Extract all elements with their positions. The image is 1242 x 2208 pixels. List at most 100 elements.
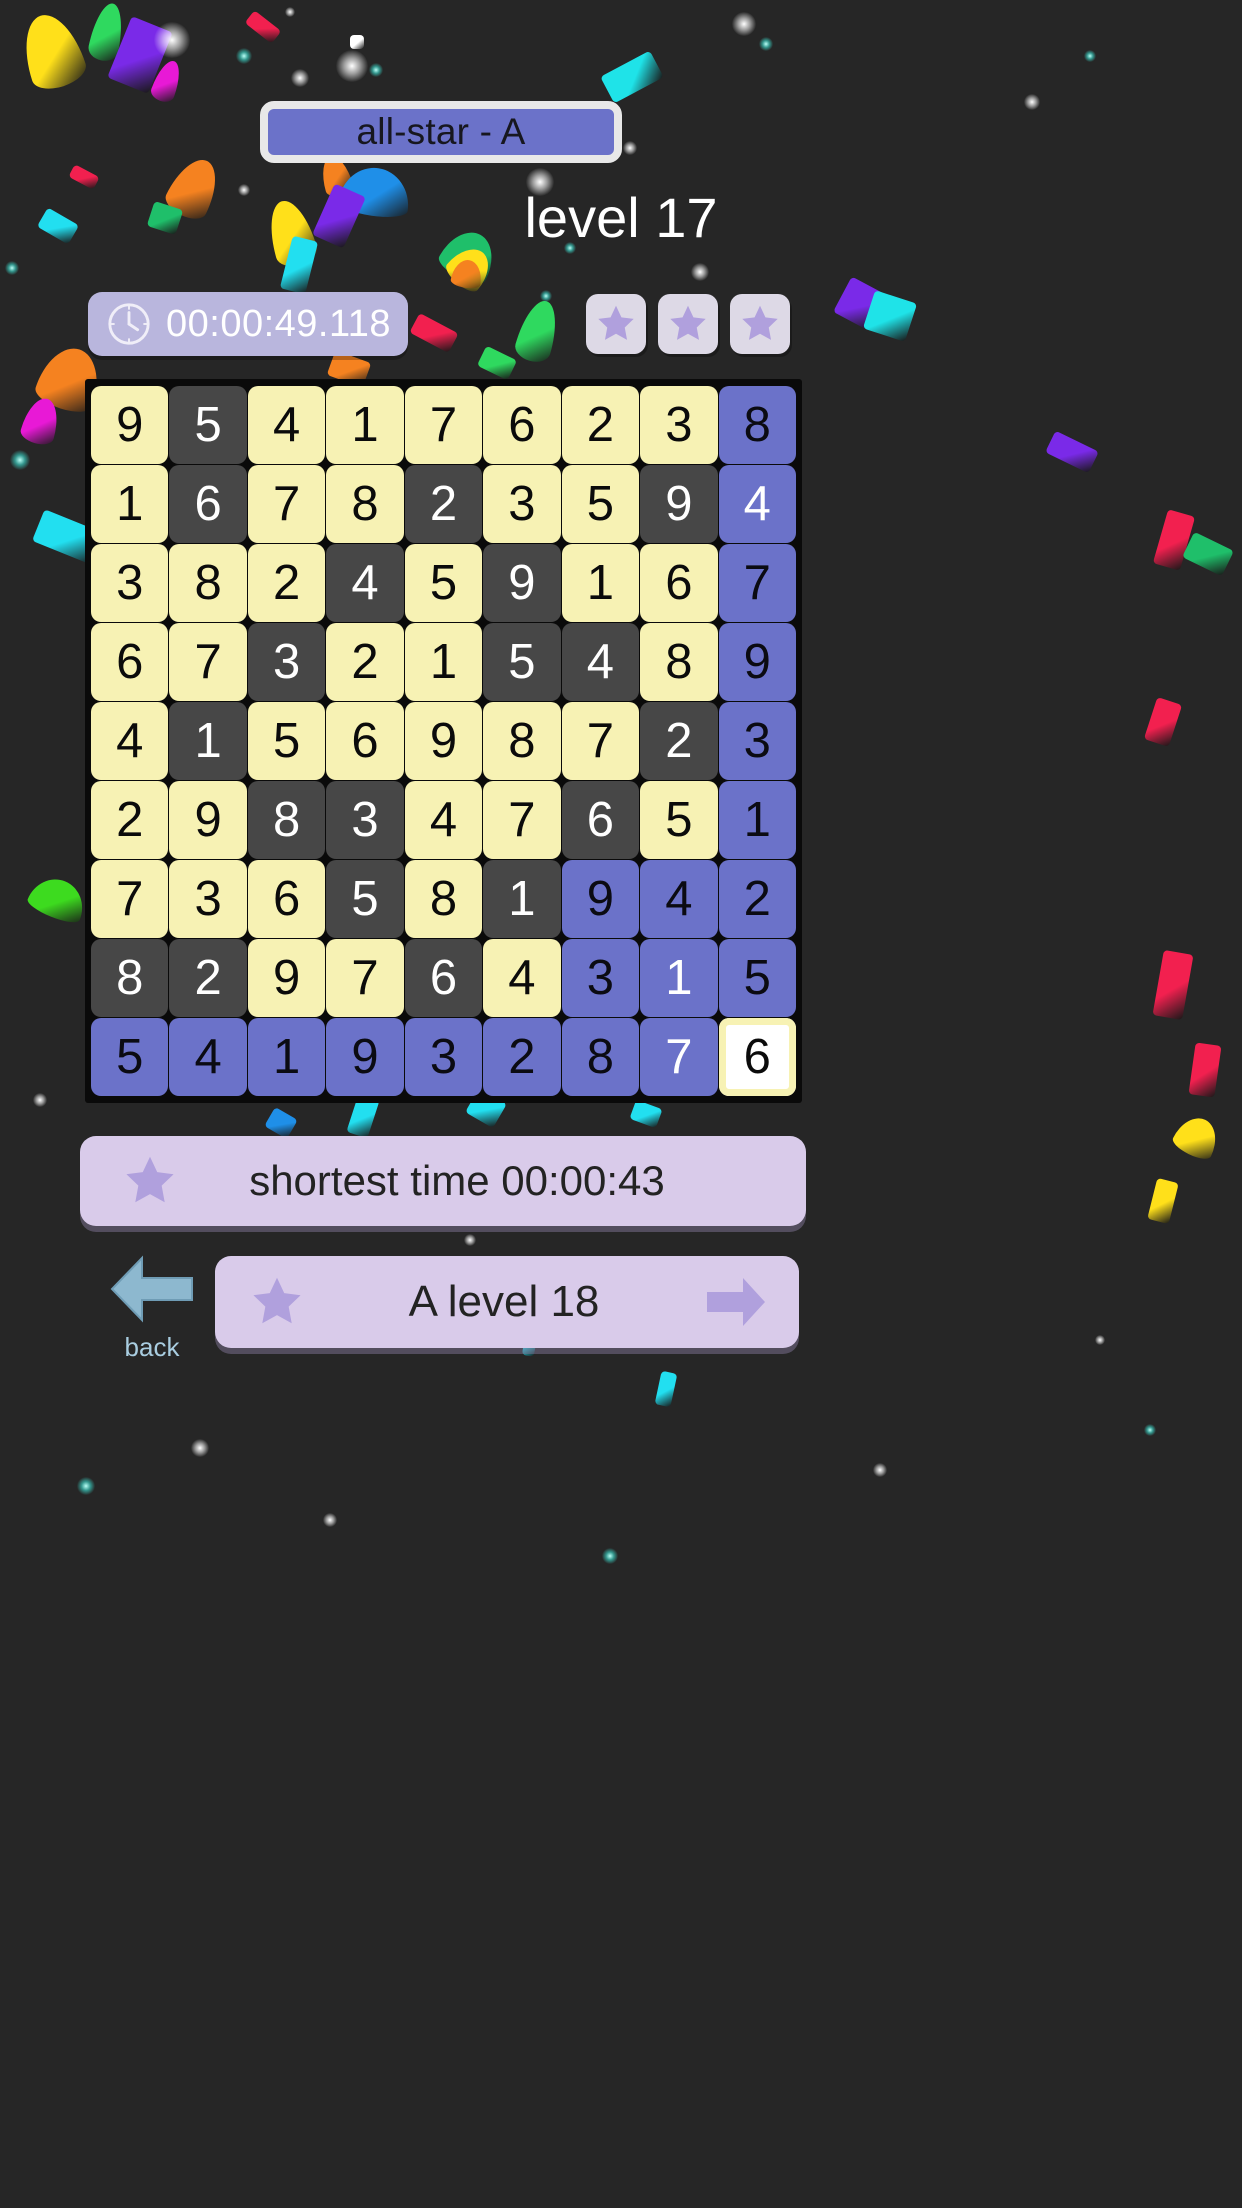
sudoku-cell-r7c5[interactable]: 8 (404, 860, 483, 938)
back-label: back (124, 1332, 180, 1362)
sudoku-cell-r4c1[interactable]: 6 (91, 623, 169, 701)
sudoku-cell-r5c1[interactable]: 4 (91, 702, 169, 780)
sudoku-cell-r5c7[interactable]: 7 (561, 702, 640, 780)
sudoku-cell-r6c8[interactable]: 5 (640, 781, 718, 859)
sudoku-cell-r9c4[interactable]: 9 (326, 1018, 404, 1096)
sudoku-cell-r6c3[interactable]: 8 (247, 781, 326, 859)
sudoku-cell-r3c7[interactable]: 1 (561, 544, 640, 622)
sudoku-cell-r2c5[interactable]: 2 (404, 465, 483, 543)
sudoku-cell-r1c1[interactable]: 9 (91, 386, 169, 464)
sudoku-cell-r7c2[interactable]: 3 (169, 860, 247, 938)
sudoku-cell-r6c7[interactable]: 6 (561, 781, 640, 859)
mode-title-pill: all-star - A (260, 101, 622, 163)
sudoku-cell-r9c9[interactable]: 6 (718, 1018, 796, 1096)
sudoku-cell-r5c2[interactable]: 1 (169, 702, 247, 780)
sudoku-cell-r7c4[interactable]: 5 (326, 860, 404, 938)
sudoku-cell-r7c8[interactable]: 4 (640, 860, 718, 938)
sudoku-cell-r8c8[interactable]: 1 (640, 939, 718, 1017)
sudoku-cell-r3c2[interactable]: 8 (169, 544, 247, 622)
sudoku-cell-r7c1[interactable]: 7 (91, 860, 169, 938)
star-badge (658, 294, 718, 354)
sudoku-cell-r4c2[interactable]: 7 (169, 623, 247, 701)
sudoku-cell-r8c1[interactable]: 8 (91, 939, 169, 1017)
sudoku-cell-r5c5[interactable]: 9 (404, 702, 483, 780)
sudoku-cell-r9c8[interactable]: 7 (640, 1018, 718, 1096)
sudoku-cell-r5c3[interactable]: 5 (247, 702, 326, 780)
confetti-piece (1182, 531, 1234, 577)
sudoku-cell-r6c9[interactable]: 1 (718, 781, 796, 859)
sudoku-cell-r6c4[interactable]: 3 (326, 781, 404, 859)
sudoku-cell-r8c3[interactable]: 9 (247, 939, 326, 1017)
sudoku-cell-r7c9[interactable]: 2 (718, 860, 796, 938)
sudoku-cell-r2c4[interactable]: 8 (326, 465, 404, 543)
sudoku-cell-r3c6[interactable]: 9 (483, 544, 561, 622)
sudoku-cell-r3c3[interactable]: 2 (247, 544, 326, 622)
sudoku-cell-r3c5[interactable]: 5 (404, 544, 483, 622)
sparkle (291, 69, 309, 87)
sudoku-cell-r6c2[interactable]: 9 (169, 781, 247, 859)
sudoku-cell-r7c3[interactable]: 6 (247, 860, 326, 938)
sudoku-cell-r2c8[interactable]: 9 (640, 465, 718, 543)
sudoku-cell-r4c7[interactable]: 4 (561, 623, 640, 701)
sudoku-cell-r1c3[interactable]: 4 (247, 386, 326, 464)
sudoku-cell-r2c6[interactable]: 3 (483, 465, 561, 543)
sudoku-board[interactable]: 9541762381678235943824591676732154894156… (85, 379, 802, 1103)
sudoku-cell-r1c9[interactable]: 8 (718, 386, 796, 464)
sudoku-cell-r9c5[interactable]: 3 (404, 1018, 483, 1096)
sudoku-cell-r2c3[interactable]: 7 (247, 465, 326, 543)
sudoku-cell-r3c8[interactable]: 6 (640, 544, 718, 622)
sudoku-cell-r7c6[interactable]: 1 (483, 860, 561, 938)
sparkle (154, 22, 190, 58)
sudoku-cell-r4c8[interactable]: 8 (640, 623, 718, 701)
sudoku-cell-r8c5[interactable]: 6 (404, 939, 483, 1017)
sudoku-cell-r2c9[interactable]: 4 (718, 465, 796, 543)
sudoku-cell-r2c7[interactable]: 5 (561, 465, 640, 543)
sudoku-cell-r5c9[interactable]: 3 (718, 702, 796, 780)
sudoku-cell-r6c5[interactable]: 4 (404, 781, 483, 859)
sudoku-cell-r4c5[interactable]: 1 (404, 623, 483, 701)
sudoku-cell-r1c2[interactable]: 5 (169, 386, 247, 464)
sudoku-cell-r2c1[interactable]: 1 (91, 465, 169, 543)
sudoku-cell-r2c2[interactable]: 6 (169, 465, 247, 543)
page-title: level 17 (524, 186, 718, 249)
sudoku-cell-r3c1[interactable]: 3 (91, 544, 169, 622)
sudoku-cell-r8c7[interactable]: 3 (561, 939, 640, 1017)
game-screen: all-star - A level 17 00:00:49.118 95417… (0, 0, 1242, 2208)
sudoku-cell-r8c6[interactable]: 4 (483, 939, 561, 1017)
sparkle (732, 12, 756, 36)
shortest-time-label: shortest time 00:00:43 (249, 1157, 665, 1204)
sudoku-cell-r9c3[interactable]: 1 (247, 1018, 326, 1096)
sudoku-cell-r1c5[interactable]: 7 (404, 386, 483, 464)
sudoku-cell-r9c6[interactable]: 2 (483, 1018, 561, 1096)
sudoku-cell-r4c6[interactable]: 5 (483, 623, 561, 701)
star-badge (586, 294, 646, 354)
sudoku-cell-r3c4[interactable]: 4 (326, 544, 404, 622)
sudoku-cell-r8c4[interactable]: 7 (326, 939, 404, 1017)
sudoku-cell-r4c3[interactable]: 3 (247, 623, 326, 701)
sudoku-cell-r5c8[interactable]: 2 (640, 702, 718, 780)
sudoku-cell-r4c4[interactable]: 2 (326, 623, 404, 701)
sudoku-cell-r8c9[interactable]: 5 (718, 939, 796, 1017)
sudoku-cell-r6c1[interactable]: 2 (91, 781, 169, 859)
sudoku-cell-r1c7[interactable]: 2 (561, 386, 640, 464)
arrow-left-icon (108, 1252, 196, 1326)
sudoku-cell-r7c7[interactable]: 9 (561, 860, 640, 938)
sudoku-cell-r8c2[interactable]: 2 (169, 939, 247, 1017)
sudoku-cell-r6c6[interactable]: 7 (483, 781, 561, 859)
sudoku-cell-r9c2[interactable]: 4 (169, 1018, 247, 1096)
next-level-button[interactable]: A level 18 (215, 1256, 799, 1348)
sudoku-cell-r5c6[interactable]: 8 (483, 702, 561, 780)
confetti-piece (862, 290, 918, 342)
sudoku-cell-r4c9[interactable]: 9 (718, 623, 796, 701)
sudoku-cell-r3c9[interactable]: 7 (718, 544, 796, 622)
sudoku-cell-r1c6[interactable]: 6 (483, 386, 561, 464)
sudoku-cell-r9c1[interactable]: 5 (91, 1018, 169, 1096)
confetti-piece (1152, 949, 1194, 1021)
sudoku-cell-r1c8[interactable]: 3 (640, 386, 718, 464)
sudoku-cell-r1c4[interactable]: 1 (326, 386, 404, 464)
confetti-piece (833, 276, 889, 332)
confetti-piece (86, 0, 128, 64)
sudoku-cell-r9c7[interactable]: 8 (561, 1018, 640, 1096)
sudoku-cell-r5c4[interactable]: 6 (326, 702, 404, 780)
back-button[interactable]: back (104, 1252, 200, 1363)
